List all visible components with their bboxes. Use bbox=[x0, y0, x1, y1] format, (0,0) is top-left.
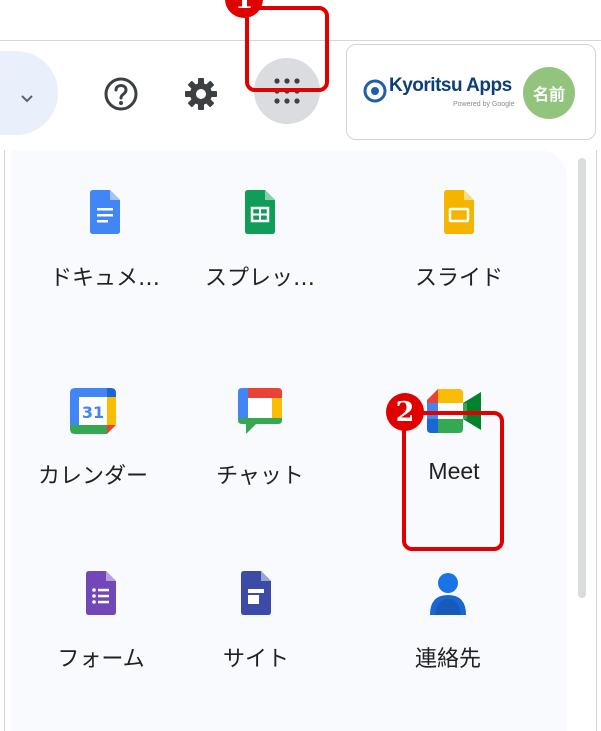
highlight-box-1 bbox=[245, 6, 329, 92]
app-label-contacts: 連絡先 bbox=[414, 647, 481, 672]
account-brand-box[interactable]: Kyoritsu Apps Powered by Google 名前 bbox=[346, 44, 596, 140]
avatar[interactable]: 名前 bbox=[523, 67, 575, 119]
app-label-sheets: スプレッ… bbox=[204, 266, 315, 291]
app-tile-calendar[interactable]: 31 カレンダー bbox=[18, 348, 168, 498]
app-tile-sites[interactable]: サイト bbox=[181, 531, 331, 681]
brand-name: Kyoritsu Apps bbox=[389, 75, 512, 96]
help-icon[interactable] bbox=[101, 74, 141, 114]
app-tile-contacts[interactable]: 連絡先 bbox=[373, 531, 523, 681]
search-options-pill[interactable] bbox=[0, 51, 58, 135]
step-badge-2: 2 bbox=[386, 393, 424, 431]
app-tile-sheets[interactable]: スプレッ… bbox=[185, 150, 335, 300]
app-label-sites: サイト bbox=[222, 647, 289, 672]
app-tile-forms[interactable]: フォーム bbox=[26, 531, 176, 681]
app-tile-docs[interactable]: ドキュメ… bbox=[30, 150, 180, 300]
app-tile-slides[interactable]: スライド bbox=[384, 150, 534, 300]
app-label-calendar: カレンダー bbox=[37, 464, 148, 489]
google-slides-icon bbox=[444, 190, 474, 234]
highlight-box-2 bbox=[402, 411, 504, 551]
app-label-docs: ドキュメ… bbox=[49, 266, 160, 291]
app-label-chat: チャット bbox=[216, 464, 304, 489]
scrollbar[interactable] bbox=[578, 158, 586, 598]
google-contacts-icon bbox=[430, 573, 466, 615]
settings-gear-icon[interactable] bbox=[181, 74, 221, 114]
calendar-day-number: 31 bbox=[82, 403, 104, 422]
chevron-down-icon[interactable] bbox=[20, 91, 34, 105]
google-docs-icon bbox=[90, 190, 120, 234]
app-label-forms: フォーム bbox=[57, 647, 145, 672]
google-chat-icon bbox=[238, 388, 282, 434]
app-label-slides: スライド bbox=[414, 266, 503, 291]
google-calendar-icon: 31 bbox=[70, 388, 116, 434]
powered-by-text: Powered by Google bbox=[453, 101, 515, 108]
google-sites-icon bbox=[241, 571, 271, 615]
google-sheets-icon bbox=[245, 190, 275, 234]
kyoritsu-logo-icon bbox=[363, 79, 387, 103]
app-tile-chat[interactable]: チャット bbox=[185, 348, 335, 498]
google-forms-icon bbox=[86, 571, 116, 615]
